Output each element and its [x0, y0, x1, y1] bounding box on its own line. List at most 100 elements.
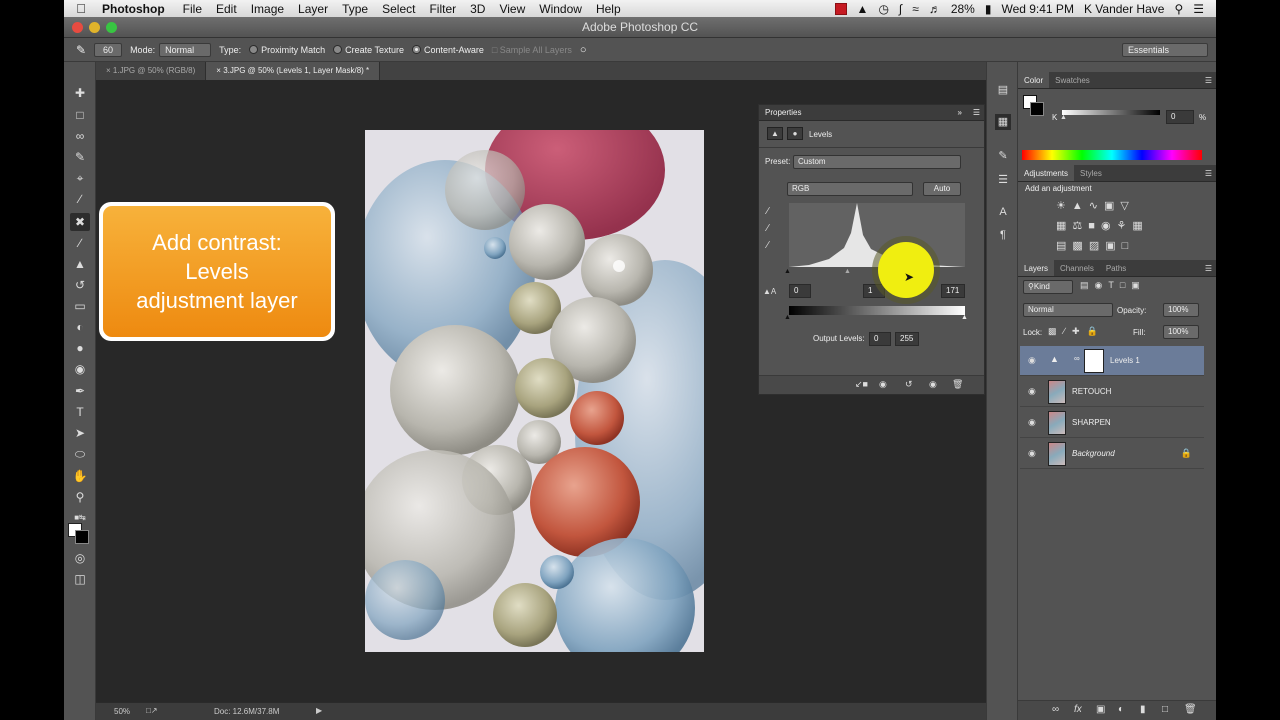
tab-color[interactable]: Color [1018, 72, 1050, 88]
path-selection-tool-icon[interactable]: ➤ [70, 424, 90, 442]
blend-mode-select[interactable]: Normal [1023, 303, 1113, 317]
vibrance-icon[interactable]: ▽ [1120, 200, 1134, 212]
battery-icon[interactable]: ▮ [985, 2, 992, 16]
menu-layer[interactable]: Layer [294, 2, 338, 16]
spot-healing-brush-icon[interactable]: ✎ [76, 43, 86, 57]
black-input-slider[interactable]: ▲ [784, 268, 791, 275]
spot-healing-tool-icon[interactable]: ✖ [70, 213, 90, 231]
clip-to-layer-icon[interactable]: ↙■ [855, 379, 868, 390]
input-white-field[interactable]: 171 [941, 284, 965, 298]
reset-icon[interactable]: ↺ [905, 379, 913, 390]
selective-color-icon[interactable]: □ [1122, 240, 1135, 252]
clip-warning-icon[interactable]: ▲A [763, 287, 776, 296]
gray-point-eyedropper-icon[interactable]: ∕ [767, 223, 769, 234]
move-tool-icon[interactable]: ✚ [70, 84, 90, 102]
notification-center-icon[interactable]: ☰ [1193, 2, 1204, 16]
menu-help[interactable]: Help [592, 2, 631, 16]
properties-header[interactable]: Properties » ☰ [759, 105, 984, 121]
close-window-button[interactable] [72, 22, 83, 33]
bubbles-photo[interactable] [365, 130, 704, 652]
threshold-icon[interactable]: ▨ [1089, 240, 1105, 252]
input-midtone-field[interactable]: 1 [863, 284, 885, 298]
panel-menu-icon[interactable]: ☰ [1205, 260, 1216, 276]
new-group-icon[interactable]: ▮ [1140, 704, 1146, 715]
k-value-field[interactable]: 0 [1166, 110, 1194, 124]
quick-selection-tool-icon[interactable]: ✎ [70, 148, 90, 166]
color-balance-icon[interactable]: ⚖ [1072, 220, 1088, 232]
blur-tool-icon[interactable]: ● [70, 339, 90, 357]
menu-window[interactable]: Window [535, 2, 592, 16]
drive-icon[interactable]: ▲ [857, 2, 869, 16]
visibility-eye-icon[interactable]: ◉ [1028, 386, 1036, 397]
layer-mask-thumbnail[interactable] [1084, 349, 1104, 373]
pen-tool-icon[interactable]: ✒ [70, 382, 90, 400]
screen-mode-icon[interactable]: ◫ [70, 570, 90, 588]
visibility-eye-icon[interactable]: ◉ [1028, 417, 1036, 428]
brush-size-picker[interactable]: 60 [94, 42, 123, 57]
tab-swatches[interactable]: Swatches [1049, 72, 1096, 88]
mask-link-icon[interactable]: ∞ [1074, 354, 1080, 363]
background-color-chip[interactable] [1030, 102, 1044, 116]
hue-saturation-icon[interactable]: ▦ [1056, 220, 1072, 232]
histogram[interactable] [789, 203, 965, 267]
brush-tool-icon[interactable]: ∕ [70, 234, 90, 252]
apple-icon[interactable]:  [64, 1, 98, 16]
tab-document-3[interactable]: × 3.JPG @ 50% (Levels 1, Layer Mask/8) * [206, 62, 381, 80]
menu-image[interactable]: Image [247, 2, 294, 16]
menu-select[interactable]: Select [378, 2, 425, 16]
hand-tool-icon[interactable]: ✋ [70, 467, 90, 485]
crop-tool-icon[interactable]: ⌖ [70, 169, 90, 187]
layer-mask-icon[interactable]: ● [787, 127, 803, 140]
delete-icon[interactable]: 🗑 [952, 379, 963, 390]
output-black-slider[interactable]: ▲ [784, 314, 791, 321]
layer-background[interactable]: ◉ Background 🔒 [1020, 439, 1204, 469]
visibility-eye-icon[interactable]: ◉ [929, 379, 937, 390]
filter-icons[interactable]: ▤◉T□▣ [1080, 280, 1146, 291]
properties-panel-icon[interactable]: ▦ [995, 114, 1011, 130]
color-spectrum[interactable] [1022, 150, 1202, 160]
zoom-tool-icon[interactable]: ⚲ [70, 488, 90, 506]
background-color-swatch[interactable] [75, 530, 89, 544]
exposure-icon[interactable]: ▣ [1104, 200, 1120, 212]
zoom-level[interactable]: 50% [114, 707, 130, 716]
menu-file[interactable]: File [179, 2, 212, 16]
menu-type[interactable]: Type [338, 2, 378, 16]
curves-icon[interactable]: ∿ [1089, 200, 1104, 212]
ellipse-tool-icon[interactable]: ⬭ [70, 445, 90, 463]
layer-retouch[interactable]: ◉ RETOUCH [1020, 377, 1204, 407]
link-layers-icon[interactable]: ∞ [1052, 704, 1059, 715]
quick-mask-icon[interactable]: ◎ [70, 549, 90, 567]
visibility-eye-icon[interactable]: ◉ [1028, 448, 1036, 459]
marquee-tool-icon[interactable]: □ [70, 106, 90, 124]
brush-panel-icon[interactable]: ✎ [995, 148, 1011, 164]
midtone-input-slider[interactable]: ▲ [844, 268, 851, 275]
channel-select[interactable]: RGB [787, 182, 913, 196]
character-panel-icon[interactable]: A [995, 204, 1011, 220]
brightness-contrast-icon[interactable]: ☀ [1056, 200, 1072, 212]
panel-menu-icon[interactable]: ☰ [973, 105, 980, 121]
add-mask-icon[interactable]: ▣ [1096, 704, 1105, 715]
invert-icon[interactable]: ▤ [1056, 240, 1072, 252]
minimize-window-button[interactable] [89, 22, 100, 33]
paragraph-panel-icon[interactable]: ¶ [995, 227, 1011, 243]
posterize-icon[interactable]: ▩ [1072, 240, 1088, 252]
visibility-eye-icon[interactable]: ◉ [1028, 355, 1036, 366]
user-name[interactable]: K Vander Have [1084, 2, 1165, 16]
volume-icon[interactable]: ♬ [929, 2, 941, 16]
gradient-map-icon[interactable]: ▣ [1105, 240, 1121, 252]
white-point-eyedropper-icon[interactable]: ∕ [767, 240, 769, 251]
history-panel-icon[interactable]: ▤ [995, 82, 1011, 98]
app-status-icon[interactable] [834, 2, 847, 15]
menu-photoshop[interactable]: Photoshop [98, 2, 175, 16]
layer-filter-select[interactable]: ⚲Kind [1023, 280, 1073, 294]
paint-bucket-tool-icon[interactable]: ◐ [70, 318, 90, 336]
opacity-field[interactable]: 100% [1163, 303, 1199, 317]
output-white-slider[interactable]: ▲ [961, 314, 968, 321]
history-brush-tool-icon[interactable]: ↺ [70, 276, 90, 294]
brush-presets-icon[interactable]: ☰ [995, 172, 1011, 188]
panel-menu-icon[interactable]: ☰ [1205, 72, 1216, 88]
layer-levels-1[interactable]: ◉ ▲ ∞ Levels 1 [1020, 346, 1204, 376]
panel-menu-icon[interactable]: ☰ [1205, 165, 1216, 181]
clone-stamp-tool-icon[interactable]: ▲ [70, 255, 90, 273]
photo-filter-icon[interactable]: ◉ [1101, 220, 1117, 232]
